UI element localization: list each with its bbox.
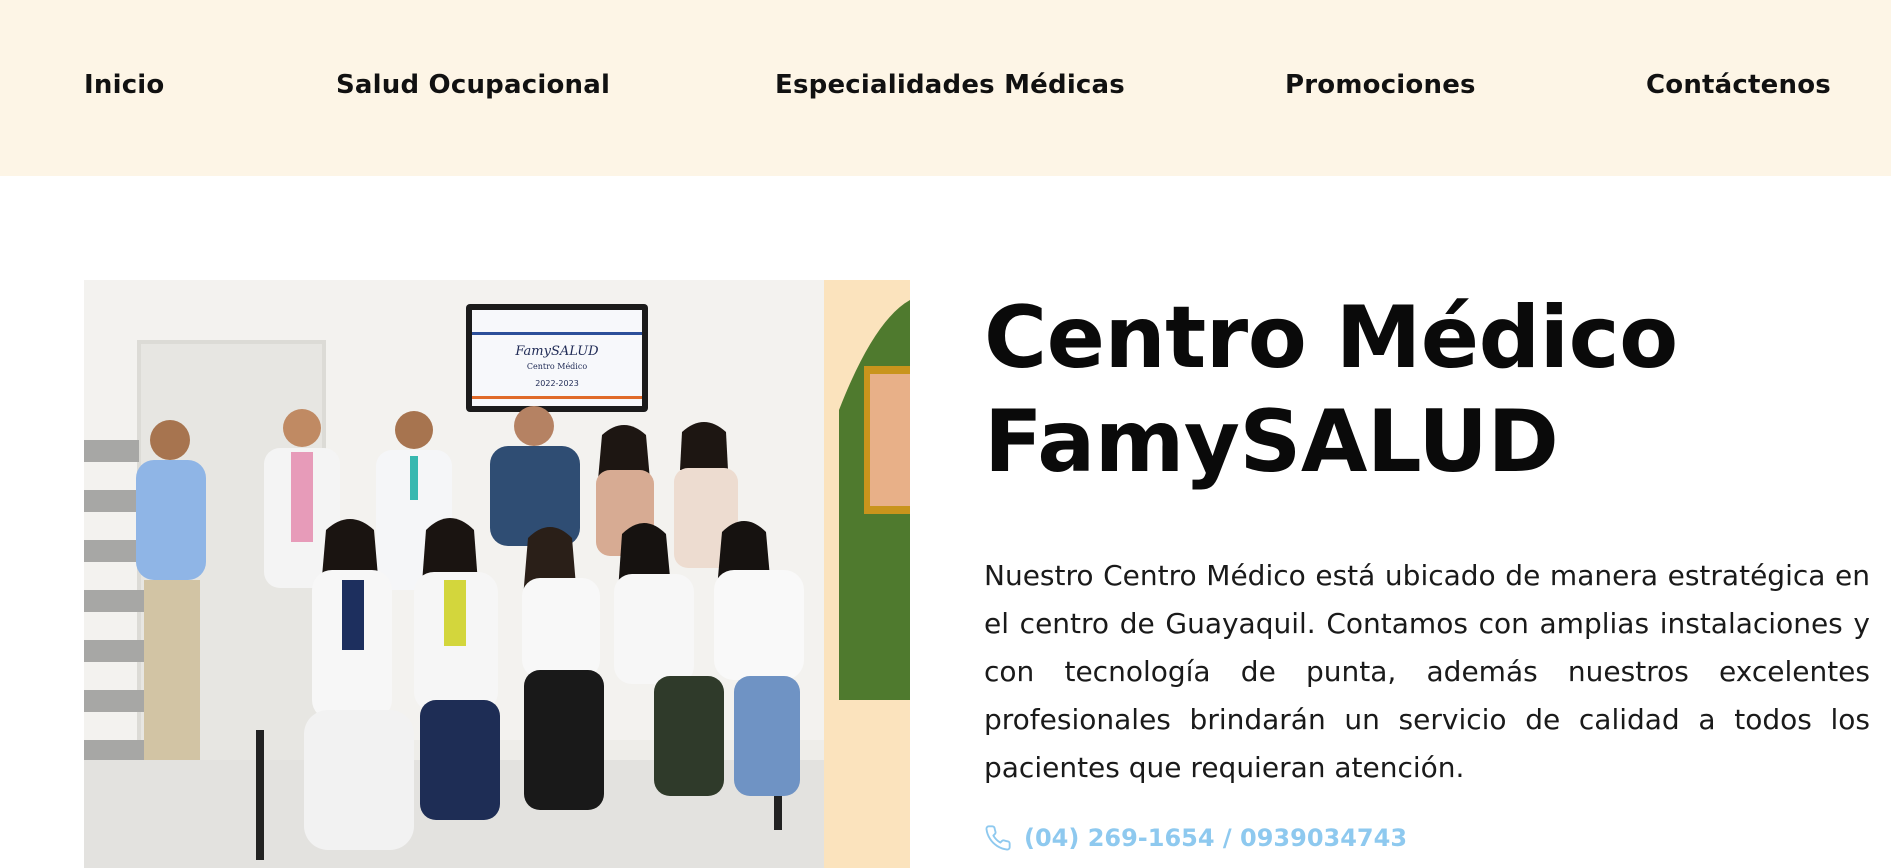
hero-description: Nuestro Centro Médico está ubicado de ma… <box>984 559 1870 784</box>
page-title: Centro Médico FamySALUD <box>984 286 1864 494</box>
nav-link-contactenos[interactable]: Contáctenos <box>1646 70 1831 100</box>
team-photo: FamySALUD Centro Médico 2022-2023 <box>84 280 910 868</box>
tv-subtitle: Centro Médico <box>527 362 587 371</box>
page-title-line-1: Centro Médico <box>984 288 1678 388</box>
tv-years: 2022-2023 <box>535 379 579 388</box>
page-title-line-2: FamySALUD <box>984 392 1559 492</box>
top-navigation: Inicio Salud Ocupacional Especialidades … <box>0 0 1891 176</box>
phone-number: (04) 269-1654 / 0939034743 <box>1024 824 1408 852</box>
nav-link-especialidades-medicas[interactable]: Especialidades Médicas <box>775 70 1125 100</box>
nav-link-promociones[interactable]: Promociones <box>1285 70 1476 100</box>
nav-link-inicio[interactable]: Inicio <box>84 70 164 100</box>
phone-link[interactable]: (04) 269-1654 / 0939034743 <box>984 824 1407 852</box>
nav-link-salud-ocupacional[interactable]: Salud Ocupacional <box>336 70 610 100</box>
phone-icon <box>984 824 1012 852</box>
tv-title: FamySALUD <box>514 344 599 359</box>
